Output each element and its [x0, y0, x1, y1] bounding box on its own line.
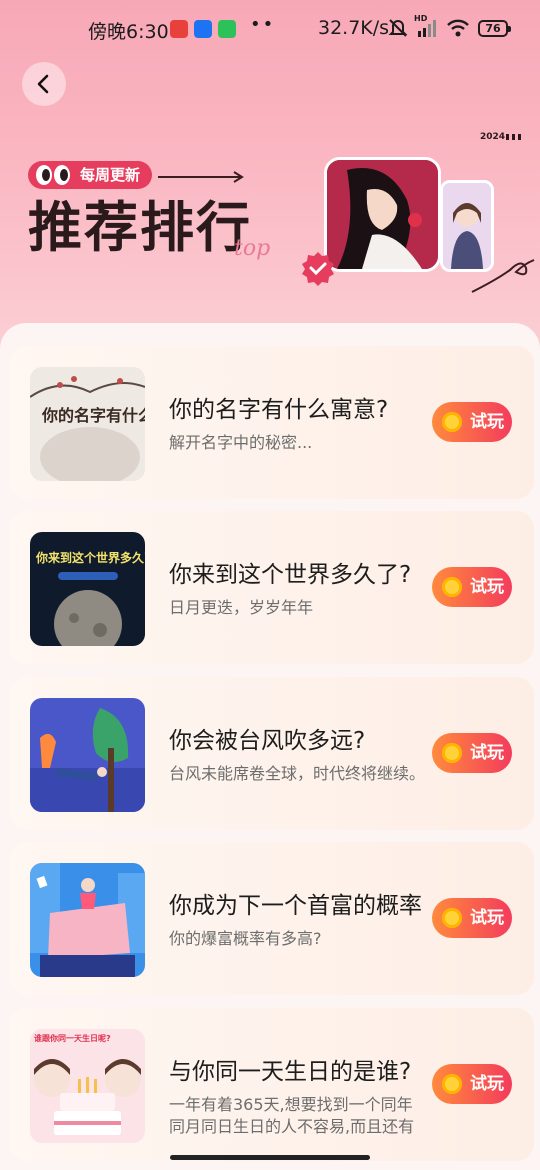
news-app-icon [170, 20, 188, 38]
zhihu-app-icon [194, 20, 212, 38]
wechat-app-icon [218, 20, 236, 38]
back-button[interactable] [22, 62, 66, 106]
item-title: 你成为下一个首富的概率 [169, 893, 422, 919]
item-description: 台风未能席卷全球，时代终将继续。 [169, 764, 426, 783]
mute-icon [388, 19, 408, 37]
thumb-caption: 谁跟你同一天生日呢? [34, 1033, 111, 1043]
coin-icon [442, 1074, 462, 1094]
wifi-icon [447, 19, 469, 37]
cell-signal-icon [418, 20, 436, 37]
year-label: 2024 [480, 132, 506, 142]
item-thumbnail: 谁跟你同一天生日呢? [30, 1029, 145, 1143]
try-play-button[interactable]: 试玩 [432, 898, 512, 938]
item-title: 你会被台风吹多远? [169, 728, 366, 754]
thumb-caption: 你的名字有什么寓意 [41, 406, 145, 425]
coin-icon [442, 743, 462, 763]
try-play-button[interactable]: 试玩 [432, 733, 512, 773]
page-title: 推荐排行 [28, 196, 252, 259]
verified-badge-icon [302, 252, 334, 286]
try-play-label: 试玩 [470, 1074, 504, 1094]
list-item[interactable]: 你来到这个世界多久了? 你来到这个世界多久了? 日月更迭，岁岁年年 试玩 [9, 511, 534, 664]
home-indicator[interactable] [170, 1155, 370, 1160]
thumb-caption: 你来到这个世界多久了? [35, 550, 145, 565]
item-title: 你来到这个世界多久了? [169, 562, 412, 588]
item-description: 一年有着365天,想要找到一个同年同月同日生日的人不容易,而且还有很多巧合呢 [169, 1095, 415, 1136]
battery-level: 76 [485, 22, 501, 35]
item-title: 你的名字有什么寓意? [169, 397, 389, 423]
arrow-icon [233, 171, 244, 183]
try-play-button[interactable]: 试玩 [432, 402, 512, 442]
eyes-icon [36, 165, 70, 185]
try-play-label: 试玩 [470, 743, 504, 763]
item-thumbnail [30, 698, 145, 812]
network-speed: 32.7K/s [318, 17, 390, 39]
coin-icon [442, 412, 462, 432]
try-play-label: 试玩 [470, 577, 504, 597]
try-play-label: 试玩 [470, 908, 504, 928]
item-thumbnail: 你来到这个世界多久了? [30, 532, 145, 646]
curly-decoration [471, 259, 535, 293]
item-thumbnail: 你的名字有什么寓意 [30, 367, 145, 481]
checker-decoration [506, 134, 522, 140]
try-play-label: 试玩 [470, 412, 504, 432]
weekly-update-badge: 每周更新 [28, 161, 153, 189]
list-item[interactable]: 你的名字有什么寓意 你的名字有什么寓意? 解开名字中的秘密... 试玩 [9, 346, 534, 499]
item-title: 与你同一天生日的是谁? [169, 1059, 412, 1085]
list-item[interactable]: 谁跟你同一天生日呢? 与你同一天生日的是谁? 一年有着365天,想要找到一个同年… [9, 1008, 534, 1161]
item-description: 日月更迭，岁岁年年 [169, 598, 314, 617]
list-item[interactable]: 你会被台风吹多远? 台风未能席卷全球，时代终将继续。 试玩 [9, 677, 534, 830]
more-notifications-icon: •• [250, 14, 276, 35]
coin-icon [442, 577, 462, 597]
battery-icon: 76 [478, 20, 511, 37]
featured-illustration-woman [324, 157, 441, 272]
top-decoration-text: top [234, 236, 271, 261]
decorative-line [158, 176, 242, 178]
try-play-button[interactable]: 试玩 [432, 567, 512, 607]
try-play-button[interactable]: 试玩 [432, 1064, 512, 1104]
badge-label: 每周更新 [80, 166, 141, 184]
chevron-left-icon [37, 74, 49, 94]
coin-icon [442, 908, 462, 928]
item-description: 解开名字中的秘密... [169, 433, 313, 452]
item-thumbnail [30, 863, 145, 977]
list-item[interactable]: 你成为下一个首富的概率 你的爆富概率有多高? 试玩 [9, 842, 534, 995]
item-description: 你的爆富概率有多高? [169, 929, 322, 948]
status-time: 傍晚6:30 [88, 21, 169, 43]
status-bar: 傍晚6:30 •• 32.7K/s HD 76 [0, 0, 540, 60]
